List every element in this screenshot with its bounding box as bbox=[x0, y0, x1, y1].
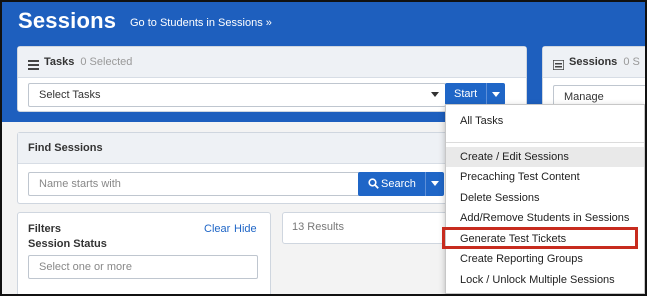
sessions-panel-header: Sessions 0 S bbox=[543, 47, 645, 78]
menu-item-label: Add/Remove Students in Sessions bbox=[460, 212, 630, 224]
chevron-down-icon bbox=[431, 92, 439, 97]
menu-item-add-remove-students[interactable]: Add/Remove Students in Sessions bbox=[446, 208, 644, 228]
filters-panel: Filters Clear Hide Session Status Select… bbox=[17, 212, 271, 294]
search-input[interactable]: Name starts with bbox=[28, 172, 362, 196]
filters-title: Filters bbox=[28, 223, 62, 235]
menu-item-create-reporting-groups[interactable]: Create Reporting Groups bbox=[446, 249, 644, 269]
start-dropdown-toggle[interactable] bbox=[486, 83, 505, 105]
filters-hide-link[interactable]: Hide bbox=[234, 223, 257, 235]
search-dropdown-toggle[interactable] bbox=[425, 172, 444, 196]
find-sessions-title: Find Sessions bbox=[28, 142, 103, 154]
students-in-sessions-link[interactable]: Go to Students in Sessions » bbox=[130, 17, 272, 29]
manage-value: Manage bbox=[564, 91, 604, 103]
menu-item-precaching-test-content[interactable]: Precaching Test Content bbox=[446, 167, 644, 187]
select-tasks-dropdown[interactable]: Select Tasks bbox=[28, 83, 446, 107]
highlight-box bbox=[442, 227, 638, 249]
search-button[interactable]: Search bbox=[358, 172, 444, 196]
results-count: 13 Results bbox=[292, 221, 344, 233]
start-button-label: Start bbox=[454, 88, 478, 100]
sessions-title: Sessions 0 S bbox=[569, 56, 640, 68]
list-icon bbox=[28, 57, 39, 75]
menu-item-label: Create / Edit Sessions bbox=[460, 151, 569, 163]
tasks-selected-count: 0 Selected bbox=[80, 56, 133, 68]
tasks-title: Tasks 0 Selected bbox=[44, 56, 132, 68]
menu-item-label: Create Reporting Groups bbox=[460, 253, 583, 265]
search-placeholder: Name starts with bbox=[39, 178, 121, 190]
list-icon bbox=[552, 57, 565, 75]
app-frame: Sessions Go to Students in Sessions » Ta… bbox=[0, 0, 647, 296]
caret-down-icon bbox=[492, 92, 500, 97]
filters-clear-link[interactable]: Clear bbox=[204, 223, 230, 235]
sessions-title-text: Sessions bbox=[569, 56, 618, 68]
select-tasks-placeholder: Select Tasks bbox=[39, 89, 101, 101]
session-status-placeholder: Select one or more bbox=[39, 261, 132, 273]
sessions-selected-count: 0 S bbox=[623, 56, 640, 68]
menu-item-label: Lock / Unlock Multiple Sessions bbox=[460, 274, 615, 286]
sessions-panel: Sessions 0 S Manage bbox=[542, 46, 645, 112]
session-status-select[interactable]: Select one or more bbox=[28, 255, 258, 279]
menu-item-all-tasks[interactable]: All Tasks bbox=[446, 111, 644, 131]
menu-item-label: Delete Sessions bbox=[460, 192, 540, 204]
menu-item-label: Precaching Test Content bbox=[460, 171, 580, 183]
menu-item-lock-unlock-sessions[interactable]: Lock / Unlock Multiple Sessions bbox=[446, 270, 644, 290]
page-title: Sessions bbox=[18, 8, 117, 33]
menu-divider bbox=[446, 142, 644, 143]
search-icon bbox=[368, 178, 379, 192]
menu-item-label: All Tasks bbox=[460, 115, 504, 127]
tasks-panel-header: Tasks 0 Selected bbox=[18, 47, 526, 78]
find-sessions-panel: Find Sessions Name starts with Search bbox=[17, 132, 518, 204]
find-sessions-header: Find Sessions bbox=[18, 133, 518, 164]
search-button-label: Search bbox=[381, 178, 416, 190]
caret-down-icon bbox=[431, 181, 439, 186]
start-dropdown-menu: All Tasks Create / Edit Sessions Precach… bbox=[445, 104, 645, 294]
tasks-panel: Tasks 0 Selected Select Tasks Start bbox=[17, 46, 527, 112]
session-status-label: Session Status bbox=[28, 238, 107, 250]
start-button[interactable]: Start bbox=[445, 83, 505, 105]
tasks-title-text: Tasks bbox=[44, 56, 75, 68]
menu-item-delete-sessions[interactable]: Delete Sessions bbox=[446, 188, 644, 208]
menu-item-create-edit-sessions[interactable]: Create / Edit Sessions bbox=[446, 147, 644, 167]
